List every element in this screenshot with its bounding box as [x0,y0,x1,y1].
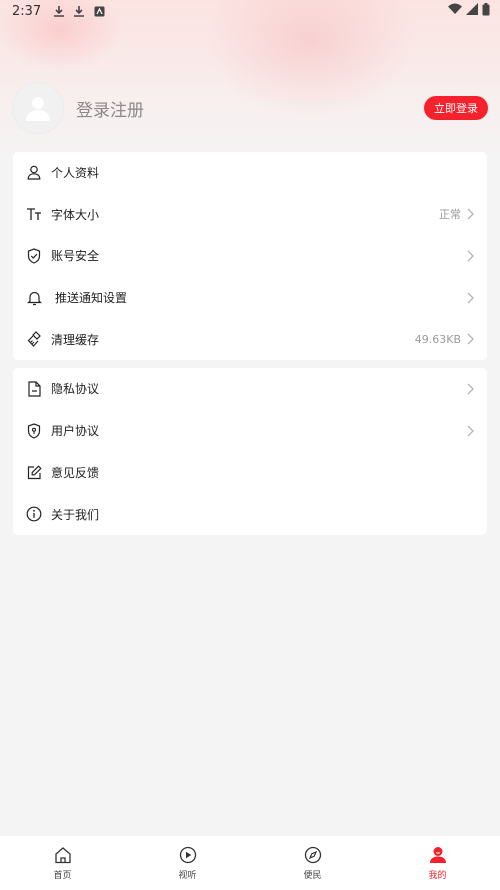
info-icon [25,505,43,523]
settings-item-account-security[interactable]: 账号安全 [13,235,487,277]
settings-item-push-notifications[interactable]: 推送通知设置 [13,277,487,319]
settings-item-label: 清理缓存 [51,332,100,347]
tab-label: 我的 [428,871,447,881]
user-icon [25,164,43,182]
download-icon [51,3,67,19]
play-icon [178,845,198,865]
tab-label: 首页 [53,871,72,881]
chevron-right-icon [465,382,475,396]
status-bar: 2:37 [0,0,500,22]
document-icon [25,380,43,398]
app-notification-icon [91,3,107,19]
login-register-text[interactable]: 登录注册 [76,96,144,121]
chevron-right-icon [465,424,475,438]
bell-icon [25,289,43,307]
user-avatar-icon [26,97,50,121]
wifi-icon [448,3,462,19]
tab-home[interactable]: 首页 [0,836,125,890]
profile-icon [428,845,448,865]
settings-item-label: 用户协议 [51,424,100,439]
login-button[interactable]: 立即登录 [424,96,488,120]
signal-icon [466,3,478,19]
settings-item-label: 关于我们 [51,507,100,522]
chevron-right-icon [465,291,475,305]
edit-icon [25,463,43,481]
battery-icon [482,2,490,20]
tab-label: 视听 [178,871,197,881]
settings-item-profile[interactable]: 个人资料 [13,152,487,194]
home-icon [53,845,73,865]
font-size-icon [25,205,43,223]
chevron-right-icon [465,249,475,263]
bottom-tab-bar: 首页 视听 便民 我的 [0,836,500,890]
tab-label: 便民 [303,871,322,881]
tab-video[interactable]: 视听 [125,836,250,890]
settings-item-clear-cache[interactable]: 清理缓存 49.63KB [13,318,487,360]
shield-check-icon [25,247,43,265]
chevron-right-icon [465,332,475,346]
shield-lock-icon [25,422,43,440]
chevron-right-icon [465,207,475,221]
avatar[interactable] [12,82,64,134]
settings-item-about-us[interactable]: 关于我们 [13,493,487,535]
settings-item-label: 字体大小 [51,207,100,222]
settings-item-label: 推送通知设置 [55,291,128,306]
status-time: 2:37 [12,3,42,19]
download-icon [71,3,87,19]
settings-item-feedback[interactable]: 意见反馈 [13,452,487,494]
settings-item-label: 账号安全 [51,249,100,264]
settings-item-label: 个人资料 [51,166,100,181]
settings-item-privacy-policy[interactable]: 隐私协议 [13,368,487,410]
tab-services[interactable]: 便民 [250,836,375,890]
tab-mine[interactable]: 我的 [375,836,500,890]
settings-item-user-agreement[interactable]: 用户协议 [13,410,487,452]
settings-item-label: 意见反馈 [51,465,100,480]
compass-icon [303,845,323,865]
font-size-value: 正常 [439,208,461,222]
settings-group-2: 隐私协议 用户协议 意见反馈 关于我们 [13,368,487,535]
settings-group-1: 个人资料 字体大小 正常 账号安全 推送通知设置 清理缓存 49.63KB [13,152,487,360]
profile-header: 登录注册 立即登录 [12,82,488,134]
cache-size-value: 49.63KB [414,332,461,346]
settings-item-font-size[interactable]: 字体大小 正常 [13,194,487,236]
brush-icon [25,330,43,348]
settings-item-label: 隐私协议 [51,382,100,397]
